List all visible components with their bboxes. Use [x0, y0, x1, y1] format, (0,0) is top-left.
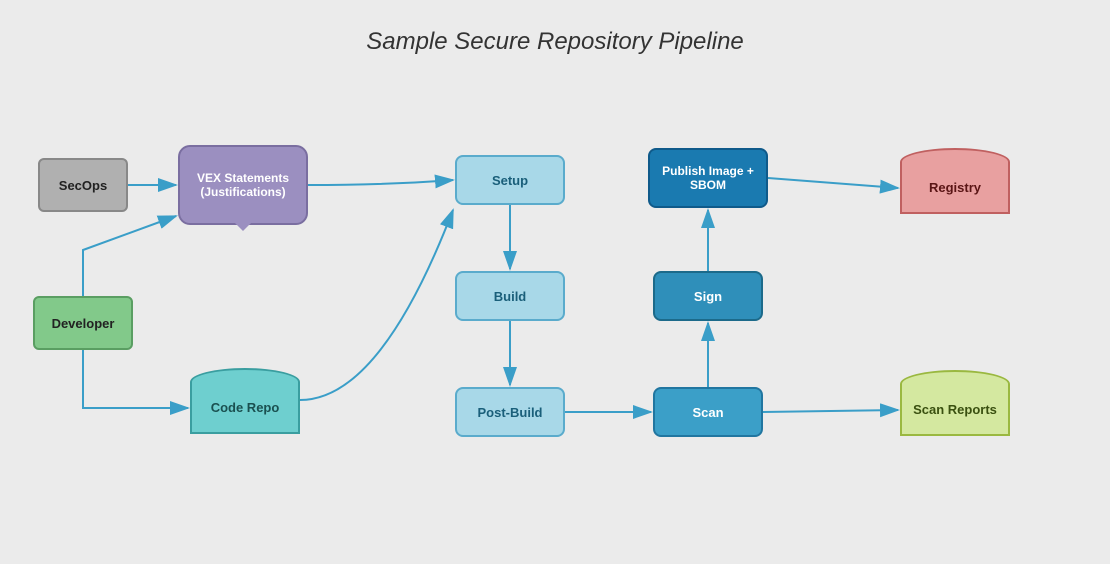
publish-node: Publish Image + SBOM: [648, 148, 768, 208]
vex-node: VEX Statements (Justifications): [178, 145, 308, 225]
diagram-container: Sample Secure Repository Pipeline: [0, 0, 1110, 564]
registry-node: Registry: [900, 148, 1010, 228]
diagram-title: Sample Secure Repository Pipeline: [0, 28, 1110, 56]
developer-node: Developer: [33, 296, 133, 350]
setup-node: Setup: [455, 155, 565, 205]
code-repo-node: Code Repo: [190, 368, 300, 448]
scan-node: Scan: [653, 387, 763, 437]
scan-reports-node: Scan Reports: [900, 370, 1010, 450]
build-node: Build: [455, 271, 565, 321]
secops-node: SecOps: [38, 158, 128, 212]
post-build-node: Post-Build: [455, 387, 565, 437]
sign-node: Sign: [653, 271, 763, 321]
